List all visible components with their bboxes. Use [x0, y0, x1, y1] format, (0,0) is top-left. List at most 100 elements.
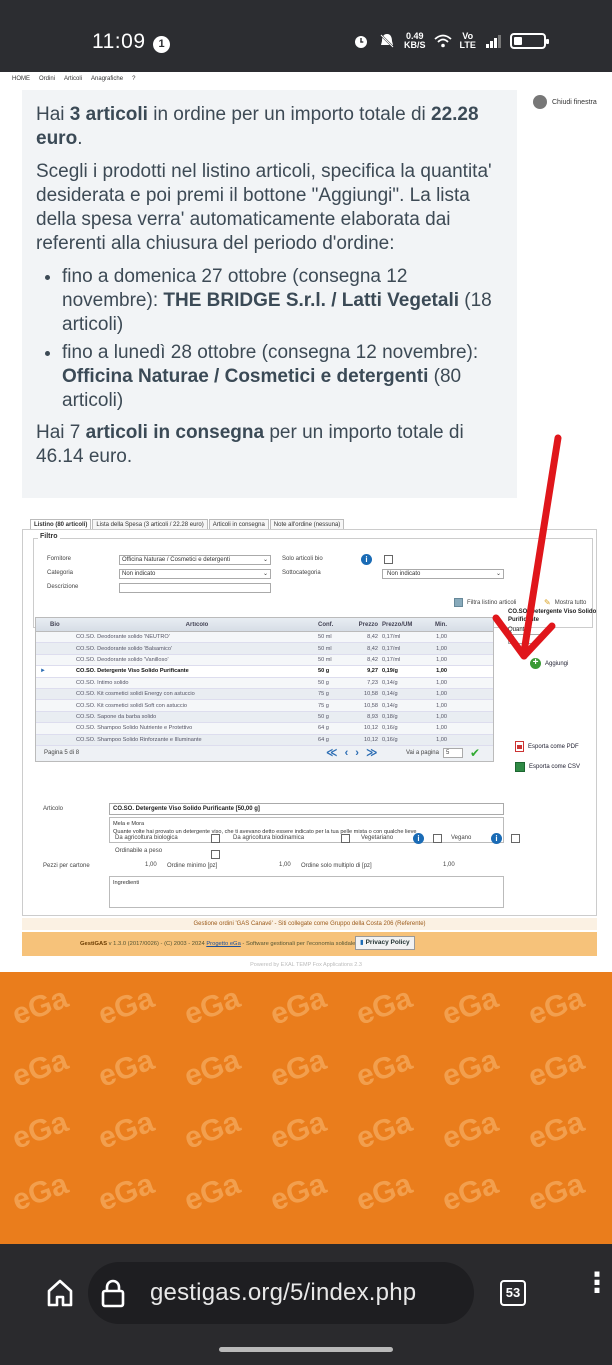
close-window-button[interactable]: Chiudi finestra	[533, 95, 597, 109]
watermark-logo: eGa	[351, 1043, 417, 1094]
row-articolo: CO.SO. Deodorante solido 'NEUTRO'	[76, 634, 170, 641]
dnd-bell-icon	[379, 33, 395, 49]
bio-checkbox[interactable]	[211, 834, 220, 843]
watermark-logo: eGa	[523, 1167, 589, 1218]
chevron-down-icon: ⌄	[262, 557, 268, 563]
menu-anagrafiche[interactable]: Anagrafiche	[91, 76, 123, 82]
status-bar: 11:09 1 0.49 KB/S Vo LTE	[0, 0, 612, 72]
row-pum: 0,16/g	[382, 725, 398, 732]
row-conf: 64 g	[318, 736, 329, 743]
tab-listino[interactable]: Listino (80 articoli)	[30, 519, 92, 529]
table-row[interactable]: CO.SO. Shampoo Solido Rinforzante e Illu…	[36, 734, 493, 746]
row-conf: 75 g	[318, 702, 329, 709]
articolo-label: Articolo	[43, 806, 64, 812]
tab-switcher-button[interactable]: 53	[500, 1280, 526, 1306]
order-periods-list: fino a domenica 27 ottobre (consegna 12 …	[62, 265, 503, 413]
categoria-value: Non indicato	[122, 571, 156, 577]
watermark-logo: eGa	[265, 1105, 331, 1156]
info-icon[interactable]: i	[491, 833, 502, 844]
row-pum: 0,17/ml	[382, 634, 401, 641]
row-pum: 0,17/ml	[382, 645, 401, 652]
tab-articoli-consegna[interactable]: Articoli in consegna	[208, 519, 269, 529]
header-articolo[interactable]: Articolo	[74, 622, 318, 628]
row-min: 1,00	[436, 691, 447, 698]
ordinabile-checkbox[interactable]	[211, 850, 220, 859]
pager-nav-icons[interactable]: ≪ ‹ › ≫	[326, 746, 380, 761]
header-prezzo-um[interactable]: Prezzo/UM	[380, 622, 420, 628]
row-pum: 0,14/g	[382, 679, 398, 686]
watermark-logo: eGa	[351, 1167, 417, 1218]
row-min: 1,00	[436, 668, 447, 675]
lock-icon[interactable]	[100, 1278, 126, 1308]
table-row[interactable]: CO.SO. Kit cosmetici solidi Energy con a…	[36, 688, 493, 701]
home-icon[interactable]	[46, 1278, 74, 1308]
page-label: Pagina 5 di 8	[44, 750, 80, 757]
red-arrow-annotation	[492, 434, 562, 660]
row-min: 1,00	[436, 725, 447, 732]
header-bio[interactable]: Bio	[50, 622, 74, 628]
brand-name: GestiGAS	[80, 941, 108, 947]
tab-note-ordine[interactable]: Note all'ordine (nessuna)	[269, 519, 345, 529]
menu-articoli[interactable]: Articoli	[64, 76, 82, 82]
header-min[interactable]: Min.	[420, 622, 455, 628]
row-prezzo: 10,12	[364, 736, 378, 743]
pezzi-label: Pezzi per cartone	[43, 863, 90, 869]
categoria-select[interactable]: Non indicato ⌄	[119, 569, 271, 579]
multiplo-value: 1,00	[443, 862, 455, 868]
watermark-logo: eGa	[179, 1167, 245, 1218]
info-icon[interactable]: i	[413, 833, 424, 844]
background-watermark: eGa eGa eGa eGa eGa eGa eGa eGa eGa eGa eGa eGa eGa e…	[0, 972, 612, 1244]
lte-indicator: Vo LTE	[460, 32, 476, 50]
row-pum: 0,18/g	[382, 713, 398, 720]
table-row[interactable]: CO.SO. Shampoo Solido Nutriente e Protet…	[36, 723, 493, 735]
pezzi-value: 1,00	[145, 862, 157, 868]
biodinamica-checkbox[interactable]	[341, 834, 350, 843]
fornitore-select[interactable]: Officina Naturae / Cosmetici e detergent…	[119, 555, 271, 565]
project-link[interactable]: Progetto eGa	[206, 941, 240, 947]
descrizione-input[interactable]	[119, 583, 271, 593]
table-row[interactable]: CO.SO. Sapone da barba solido 50 g 8,93 0,1…	[36, 711, 493, 724]
row-conf: 75 g	[318, 691, 329, 698]
table-row-selected[interactable]: ► CO.SO. Detergente Viso Solido Purifican…	[36, 666, 493, 678]
ordinabile-label: Ordinabile a peso	[115, 848, 163, 854]
row-articolo: CO.SO. Shampoo Solido Rinforzante e Illu…	[76, 736, 202, 743]
header-conf[interactable]: Conf.	[318, 622, 350, 628]
url-text[interactable]: gestigas.org/5/index.php	[150, 1279, 416, 1307]
close-window-label: Chiudi finestra	[552, 98, 597, 106]
table-row[interactable]: CO.SO. Intimo solido 50 g 7,23 0,14/g 1,00	[36, 677, 493, 689]
articles-grid: Bio Articolo Conf. Prezzo Prezzo/UM Min.…	[35, 617, 494, 762]
table-row[interactable]: CO.SO. Kit cosmetici solidi Soft con ast…	[36, 700, 493, 712]
solo-bio-checkbox[interactable]	[384, 555, 393, 564]
checkmark-icon[interactable]: ✔	[470, 746, 480, 761]
fornitore-label: Fornitore	[47, 556, 72, 562]
shield-icon: ▮	[360, 939, 364, 946]
watermark-logo: eGa	[7, 981, 73, 1032]
export-csv-button[interactable]: Esporta come CSV	[515, 762, 580, 772]
wifi-icon	[433, 34, 452, 48]
privacy-policy-button[interactable]: ▮ Privacy Policy	[355, 936, 415, 950]
row-min: 1,00	[436, 702, 447, 709]
footer-version: v 1.3.0 (2017/0026) - (C) 2003 - 2024	[107, 941, 207, 947]
more-menu-icon[interactable]: ⋮	[583, 1269, 611, 1297]
filter-icon	[454, 598, 463, 607]
info-icon[interactable]: i	[361, 554, 372, 565]
export-pdf-button[interactable]: Esporta come PDF	[515, 741, 579, 752]
vegano-checkbox[interactable]	[511, 834, 520, 843]
clock: 11:09	[92, 30, 146, 53]
watermark-logo: eGa	[93, 1167, 159, 1218]
tab-lista-spesa[interactable]: Lista della Spesa (3 articoli / 22.28 eu…	[92, 519, 208, 529]
header-prezzo[interactable]: Prezzo	[350, 622, 380, 628]
table-row[interactable]: CO.SO. Deodorante solido 'Balsamico' 50 m…	[36, 643, 493, 655]
watermark-logo: eGa	[179, 1043, 245, 1094]
signal-icon	[485, 35, 501, 48]
export-pdf-label: Esporta come PDF	[528, 743, 579, 750]
menu-home[interactable]: HOME	[12, 76, 30, 82]
row-articolo: CO.SO. Sapone da barba solido	[76, 713, 157, 720]
goto-page-input[interactable]: 5	[443, 747, 463, 758]
menu-help[interactable]: ?	[132, 76, 135, 82]
table-row[interactable]: CO.SO. Deodorante solido 'Vanilloso' 50 m…	[36, 654, 493, 667]
menu-ordini[interactable]: Ordini	[39, 76, 55, 82]
vegetariano-label: Vegetariano	[361, 835, 394, 841]
vegetariano-checkbox[interactable]	[433, 834, 442, 843]
table-row[interactable]: CO.SO. Deodorante solido 'NEUTRO' 50 ml 8,…	[36, 632, 493, 644]
